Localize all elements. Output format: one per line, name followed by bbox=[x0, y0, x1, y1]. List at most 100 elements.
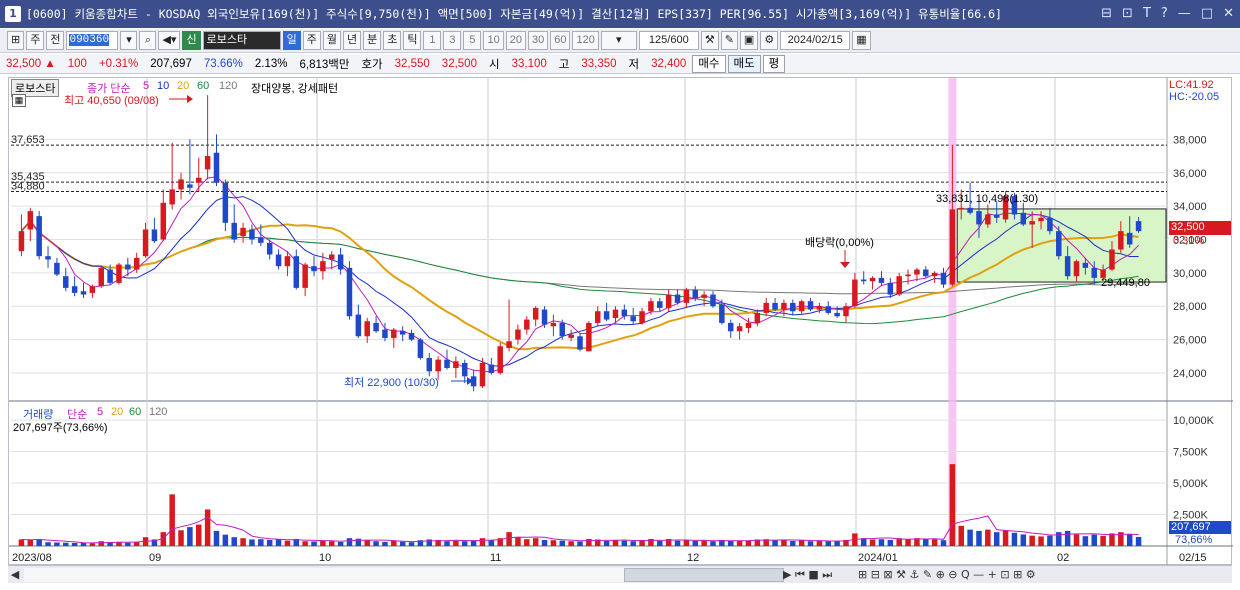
volume-bar bbox=[568, 541, 574, 546]
x-axis-label: 2024/01 bbox=[858, 552, 898, 564]
candle-body bbox=[701, 294, 707, 298]
current-price-tag: 32,500 bbox=[1169, 221, 1231, 235]
buy-button[interactable]: 매수 bbox=[692, 54, 726, 73]
period-week[interactable]: 주 bbox=[302, 31, 321, 50]
candle-body bbox=[958, 207, 964, 210]
font-icon[interactable]: T bbox=[1143, 6, 1151, 21]
candle-body bbox=[807, 301, 814, 310]
interval-5[interactable]: 5 bbox=[463, 31, 482, 50]
stock-code-input[interactable]: 090360 bbox=[66, 31, 119, 50]
market-select[interactable]: 주 bbox=[26, 31, 45, 50]
candle-body bbox=[275, 254, 282, 267]
volume: 207,697 bbox=[150, 57, 192, 70]
volume-bar bbox=[89, 543, 96, 546]
calendar-icon[interactable]: ▦ bbox=[852, 31, 871, 50]
pattern-label: 장대양봉, 강세패턴 bbox=[251, 83, 339, 95]
volume-bar bbox=[337, 541, 344, 546]
search-icon[interactable]: ⌕ bbox=[139, 31, 157, 50]
maximize-button[interactable]: □ bbox=[1201, 6, 1213, 21]
candle-body bbox=[612, 309, 619, 318]
close-button[interactable]: ✕ bbox=[1223, 6, 1234, 21]
indicator-icon[interactable]: ⚒ bbox=[700, 31, 719, 50]
volume-bar bbox=[878, 539, 885, 546]
open-label: 시 bbox=[488, 58, 500, 71]
volume-bar bbox=[745, 540, 752, 546]
interval-30[interactable]: 30 bbox=[527, 31, 549, 50]
period-minute[interactable]: 분 bbox=[363, 31, 382, 50]
candle-body bbox=[133, 257, 140, 270]
volume-bar bbox=[328, 541, 335, 546]
interval-20[interactable]: 20 bbox=[505, 31, 526, 50]
candle-body bbox=[860, 279, 867, 282]
minimize-button[interactable]: — bbox=[1178, 6, 1191, 21]
volume-bar bbox=[727, 540, 734, 546]
candle-body bbox=[577, 336, 583, 350]
period-month[interactable]: 월 bbox=[322, 31, 341, 50]
volume-bar bbox=[1091, 534, 1097, 546]
app-icon: 1 bbox=[5, 6, 21, 22]
period-second[interactable]: 초 bbox=[383, 31, 402, 50]
candle-body bbox=[710, 294, 716, 307]
interval-custom-select[interactable]: ▾ bbox=[600, 31, 637, 50]
ask-label: 호가 bbox=[361, 58, 383, 71]
period-tick[interactable]: 틱 bbox=[403, 31, 422, 50]
dividend-marker bbox=[840, 262, 850, 268]
prev-button[interactable]: 전 bbox=[46, 31, 65, 50]
interval-10[interactable]: 10 bbox=[483, 31, 504, 50]
x-axis-label: 12 bbox=[687, 552, 699, 564]
period-day[interactable]: 일 bbox=[282, 31, 301, 50]
interval-3[interactable]: 3 bbox=[443, 31, 462, 50]
price-tick-label: 24,000 bbox=[1173, 368, 1207, 380]
price-tick-label: 30,000 bbox=[1173, 268, 1207, 280]
count-input[interactable]: 125/600 bbox=[638, 31, 699, 50]
volume-bar bbox=[364, 540, 370, 546]
candle-body bbox=[373, 322, 379, 332]
scroll-thumb[interactable] bbox=[624, 567, 784, 582]
candle-body bbox=[745, 322, 752, 328]
interval-60[interactable]: 60 bbox=[550, 31, 571, 50]
candle-body bbox=[346, 267, 353, 317]
scroll-track[interactable] bbox=[24, 567, 784, 582]
chart-type-icon[interactable]: ⊞ bbox=[7, 31, 25, 50]
date-input[interactable]: 2024/02/15 bbox=[780, 31, 851, 50]
x-axis-label: 02 bbox=[1057, 552, 1069, 564]
volume-bar bbox=[479, 538, 486, 546]
candle-body bbox=[364, 321, 370, 337]
settings-icon[interactable]: ⚙ bbox=[760, 31, 779, 50]
stock-name: 로보스타 bbox=[202, 31, 281, 50]
chart-area[interactable]: 38,000 36,000 34,000 32,000 30,000 28,000 26,0… bbox=[8, 77, 1233, 566]
chart-scrollbar[interactable]: ◀ ▶ ⏮ ■ ⏭ ⊞ ⊟ ⊠ ⚒ ⚓ ✎ ⊕ ⊖ Q — + ⊡ ⊞ ⚙ bbox=[8, 565, 1232, 583]
candle-body bbox=[993, 214, 1000, 218]
grid-icon[interactable]: ▦ bbox=[12, 94, 26, 107]
volume-bar bbox=[701, 540, 707, 546]
candle-body bbox=[80, 291, 87, 295]
candle-body bbox=[266, 242, 273, 255]
speaker-icon[interactable]: ◀▾ bbox=[158, 31, 181, 50]
volume-bar bbox=[603, 540, 610, 546]
candlestick-chart[interactable]: 38,00036,00034,00032,00030,00028,00026,0… bbox=[9, 78, 1233, 566]
scroll-left-icon[interactable]: ◀ bbox=[8, 568, 22, 581]
interval-120[interactable]: 120 bbox=[572, 31, 599, 50]
volume-bar bbox=[887, 539, 894, 546]
candle-body bbox=[896, 276, 902, 295]
replay-controls[interactable]: ▶ ⏮ ■ ⏭ bbox=[783, 568, 832, 582]
x-axis-label: 02/15 bbox=[1179, 552, 1207, 564]
save-icon[interactable]: ▣ bbox=[739, 31, 759, 50]
volume-bar bbox=[196, 524, 202, 546]
high-arrow-head bbox=[187, 95, 193, 103]
period-year[interactable]: 년 bbox=[342, 31, 362, 50]
layout-icon[interactable]: ⊟ bbox=[1101, 6, 1112, 21]
link-icon[interactable]: ⊡ bbox=[1122, 6, 1133, 21]
candle-body bbox=[444, 359, 450, 368]
help-icon[interactable]: ? bbox=[1161, 6, 1168, 21]
average-button[interactable]: 평 bbox=[762, 54, 786, 73]
volume-bar bbox=[1002, 530, 1009, 546]
drawing-icon[interactable]: ✎ bbox=[720, 31, 738, 50]
candle-body bbox=[532, 307, 539, 320]
candle-body bbox=[328, 254, 335, 260]
chart-tools[interactable]: ⊞ ⊟ ⊠ ⚒ ⚓ ✎ ⊕ ⊖ Q — + ⊡ ⊞ ⚙ bbox=[858, 568, 1036, 581]
interval-1[interactable]: 1 bbox=[423, 31, 442, 50]
candle-body bbox=[488, 364, 495, 373]
dropdown-icon[interactable]: ▾ bbox=[120, 31, 138, 50]
sell-button[interactable]: 매도 bbox=[727, 54, 761, 73]
